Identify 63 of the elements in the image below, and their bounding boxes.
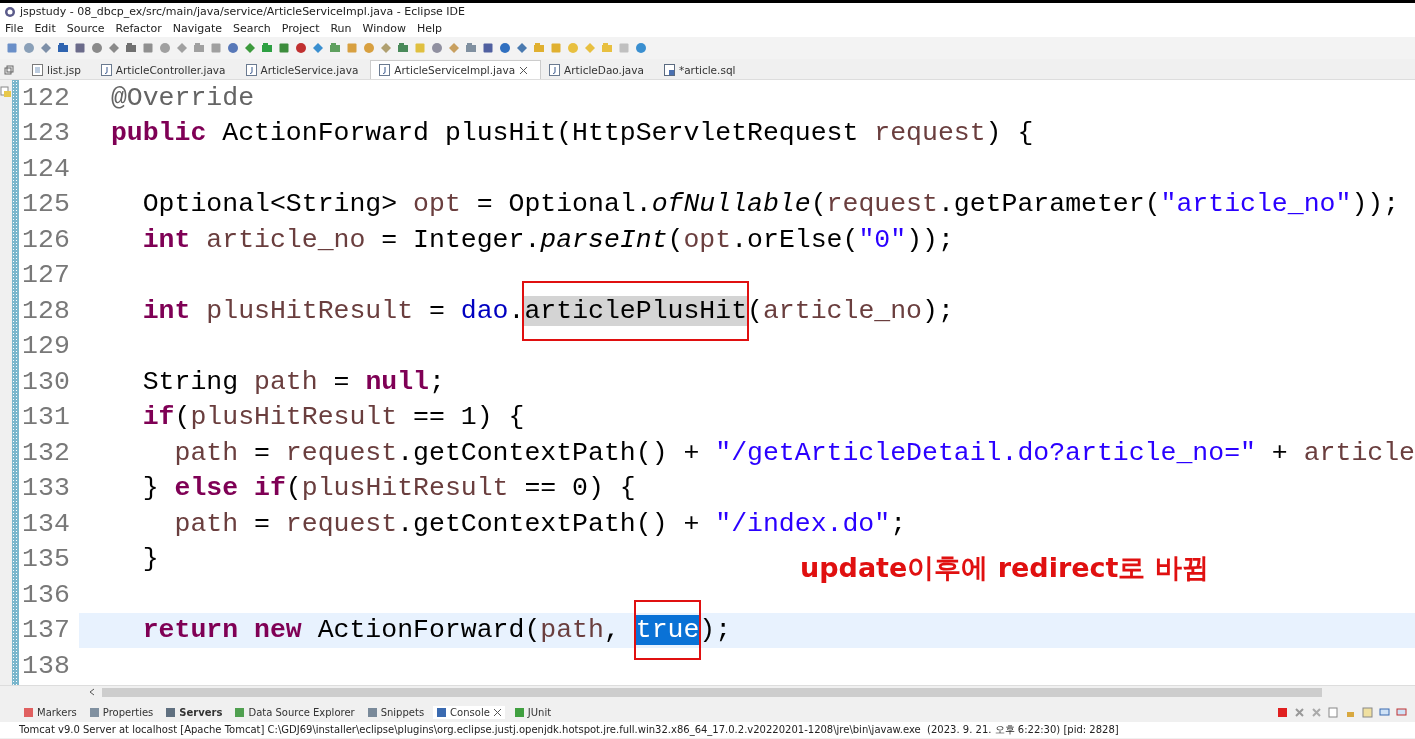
window-title: jspstudy - 08_dbcp_ex/src/main/java/service/ArticleServiceImpl.java - Eclipse IDE [20,5,466,18]
editor-tab[interactable]: ArticleService.java [237,60,371,79]
code-line: String path = null; [141,366,445,397]
editor-tab[interactable]: ArticleController.java [92,60,238,79]
menu-item[interactable]: Navigate [172,22,222,35]
remove-all-icon[interactable] [1311,706,1322,718]
java-file-icon [100,63,112,76]
code-line: @Override [109,82,255,113]
close-icon[interactable] [492,707,502,717]
view-icon [513,706,525,718]
database-file-icon [663,63,675,76]
clear-icon[interactable] [1328,706,1339,718]
menu-item[interactable]: Source [66,22,105,35]
menu-item[interactable]: Search [233,22,271,35]
menu-item[interactable]: Refactor [115,22,162,35]
view-icon [436,706,448,718]
menu-item[interactable]: File [5,22,24,35]
menu-item[interactable]: Edit [34,22,56,35]
editor-tab[interactable]: ArticleServiceImpl.java [370,60,542,79]
view-icon [165,706,177,718]
error-console-icon[interactable] [1396,706,1407,718]
code-line: path = request.getContextPath() + "/index.do"; [173,508,907,539]
code-line: int plusHitResult = dao.articlePlusHit(article_no); [79,295,954,326]
menu-item[interactable]: Window [362,22,406,35]
code-line: return new ActionForward(path, true); [79,615,732,646]
package-icon[interactable] [0,86,12,98]
panel-tab[interactable]: JUnit [510,705,555,719]
scrollbar-thumb[interactable] [102,687,1322,697]
restore-icon[interactable] [4,65,14,75]
view-icon [23,706,34,718]
java-file-icon [379,64,391,76]
scroll-left-icon[interactable] [88,688,96,696]
pin-console-icon[interactable] [1379,706,1390,718]
editor-tab[interactable]: *article.sql [655,60,748,79]
line-number: 137 [19,612,80,648]
view-icon [88,706,100,718]
java-file-icon [549,63,561,76]
panel-tab[interactable]: Servers [162,705,226,719]
view-icon [366,706,378,718]
java-file-icon [245,63,257,76]
code-line: } [141,544,159,575]
code-line: } else if(plusHitResult == 0) { [141,473,636,504]
view-icon [234,706,246,718]
panel-tab[interactable]: Snippets [363,705,428,719]
annotation-text: update이후에 redirect로 바뀜 [800,551,1209,585]
document-icon [32,63,43,76]
panel-tab[interactable]: Properties [85,705,157,719]
editor-tab[interactable]: ArticleDao.java [541,60,656,79]
menu-item[interactable]: Run [330,22,352,35]
code-line: if(plusHitResult == 1) { [141,402,525,433]
code-line: Optional<String> opt = Optional.ofNullable(request.getParameter("article_no")); [141,189,1400,220]
code-line: public ActionForward plusHit(HttpServletRequest request) { [109,118,1034,149]
panel-tab[interactable]: Console [433,705,505,719]
code-line: int article_no = Integer.parseInt(opt.orElse("0")); [141,224,954,255]
editor-tab[interactable]: list.jsp [24,60,93,79]
close-icon[interactable] [519,65,529,75]
menu-item[interactable]: Project [281,22,320,35]
wrap-icon[interactable] [1362,706,1373,718]
menu-item[interactable]: Help [416,22,442,35]
panel-tab[interactable]: Markers [20,705,80,719]
panel-tab[interactable]: Data Source Explorer [231,705,358,719]
remove-icon[interactable] [1294,706,1305,718]
code-line: path = request.getContextPath() + "/getArticleDetail.do?article_no=" + article [173,437,1415,468]
